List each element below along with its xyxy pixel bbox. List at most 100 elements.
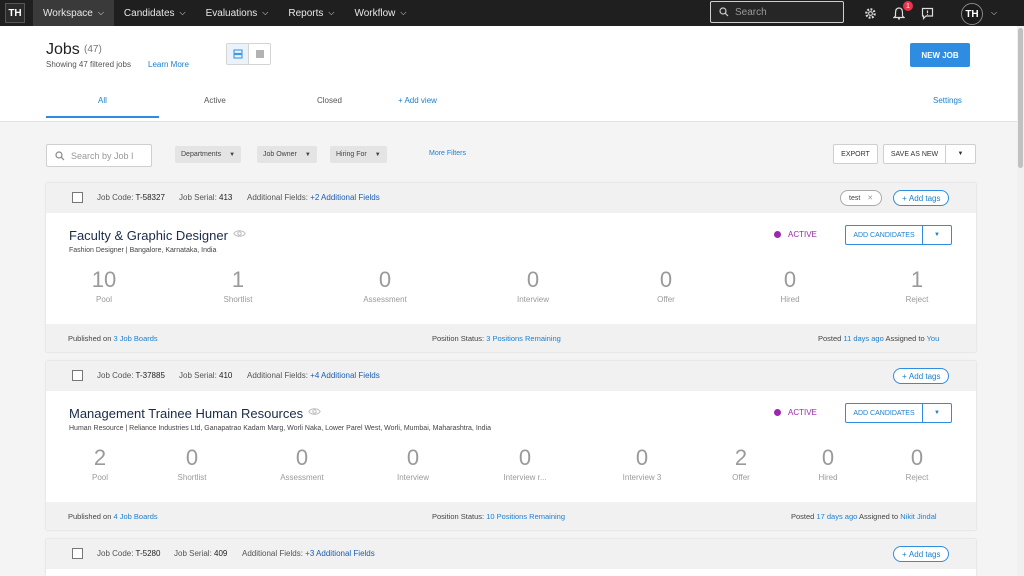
add-candidates-button[interactable]: ADD CANDIDATES ▼ <box>845 225 952 245</box>
nav-workflow[interactable]: Workflow ⌵ <box>344 0 416 26</box>
pipeline-stat[interactable]: 10 Pool <box>92 268 116 305</box>
pipeline-stat[interactable]: 2 Pool <box>92 446 108 483</box>
add-view-button[interactable]: + Add view <box>398 96 437 105</box>
status-label: ACTIVE <box>788 408 817 417</box>
add-candidates-label[interactable]: ADD CANDIDATES <box>846 404 923 422</box>
global-search-input[interactable] <box>735 6 835 18</box>
positions-link[interactable]: 3 Positions Remaining <box>486 334 561 343</box>
nav-candidates[interactable]: Candidates ⌵ <box>114 0 196 26</box>
assignee-link[interactable]: Nikit Jindal <box>900 512 936 521</box>
bell-icon[interactable]: 1 <box>891 1 913 21</box>
more-filters-link[interactable]: More Filters <box>429 150 466 157</box>
pipeline-stat[interactable]: 0 Assessment <box>363 267 407 305</box>
chevron-down-icon: ⌵ <box>400 8 407 17</box>
stat-value: 1 <box>231 267 245 292</box>
departments-filter[interactable]: Departments ▼ <box>175 146 242 163</box>
pipeline-stat[interactable]: 2 Offer <box>732 446 750 483</box>
additional-fields-link[interactable]: +3 Additional Fields <box>305 549 375 558</box>
chat-icon[interactable] <box>919 5 935 21</box>
stat-label: Offer <box>732 473 750 482</box>
hiring-for-filter[interactable]: Hiring For ▼ <box>330 146 387 163</box>
pipeline-stat[interactable]: 0 Shortlist <box>178 446 207 483</box>
app-logo[interactable]: TH <box>5 3 25 23</box>
nav-workspace[interactable]: Workspace ⌵ <box>33 0 114 26</box>
additional-fields-link[interactable]: +4 Additional Fields <box>310 371 380 380</box>
eye-icon[interactable] <box>308 407 321 416</box>
caret-down-icon[interactable]: ▼ <box>923 404 951 422</box>
add-tags-button[interactable]: + Add tags <box>893 368 950 384</box>
assignee-link[interactable]: You <box>927 334 940 343</box>
job-subtitle: Fashion Designer | Bangalore, Karnataka,… <box>69 247 217 254</box>
pipeline-stat[interactable]: 1 Shortlist <box>224 267 253 305</box>
stat-value: 0 <box>659 267 673 292</box>
add-tags-button[interactable]: + Add tags <box>893 190 950 206</box>
nav-evaluations[interactable]: Evaluations ⌵ <box>196 0 279 26</box>
caret-down-icon[interactable]: ▼ <box>923 226 951 244</box>
job-select-checkbox[interactable] <box>72 548 83 559</box>
pipeline-stat[interactable]: 0 Hired <box>780 268 799 305</box>
position-status-label: Position Status: <box>432 512 485 521</box>
add-candidates-label[interactable]: ADD CANDIDATES <box>846 226 923 244</box>
stat-label: Interview r... <box>503 473 547 482</box>
job-serial-value: 410 <box>219 371 233 380</box>
plus-icon: + <box>902 193 907 203</box>
pipeline-stat[interactable]: 0 Hired <box>818 446 838 483</box>
list-view-button[interactable] <box>249 44 270 64</box>
settings-link[interactable]: Settings <box>933 96 962 105</box>
gear-icon[interactable] <box>862 5 878 21</box>
add-tags-button[interactable]: + Add tags <box>893 546 950 562</box>
job-boards-link[interactable]: 3 Job Boards <box>113 334 157 343</box>
scrollbar-thumb[interactable] <box>1018 28 1023 168</box>
status-label: ACTIVE <box>788 230 817 239</box>
job-title[interactable]: Faculty & Graphic Designer <box>69 228 228 243</box>
tag-label: test <box>849 194 861 202</box>
assigned-label: Assigned to <box>859 512 899 521</box>
close-icon[interactable]: ✕ <box>867 194 873 202</box>
pipeline-stat[interactable]: 0 Interview <box>397 446 429 483</box>
job-select-checkbox[interactable] <box>72 370 83 381</box>
published-label: Published on <box>68 512 112 521</box>
chevron-down-icon[interactable]: ⌵ <box>991 8 997 18</box>
job-search[interactable] <box>46 144 152 167</box>
pipeline-stat[interactable]: 0 Assessment <box>280 446 324 483</box>
new-job-button[interactable]: NEW JOB <box>910 43 970 67</box>
status-badge: ACTIVE <box>774 230 817 239</box>
pipeline-stat[interactable]: 0 Offer <box>657 267 675 305</box>
job-boards-link[interactable]: 4 Job Boards <box>113 512 157 521</box>
job-card: Job Code: T-58327 Job Serial: 413 Additi… <box>46 183 976 352</box>
tab-active[interactable]: Active <box>204 96 226 105</box>
job-serial-value: 413 <box>219 193 233 202</box>
job-select-checkbox[interactable] <box>72 192 83 203</box>
pipeline-stat[interactable]: 0 Interview r... <box>503 445 547 483</box>
job-serial: Job Serial: 413 <box>179 193 232 202</box>
tab-all[interactable]: All <box>98 96 107 105</box>
save-as-new-button[interactable]: SAVE AS NEW <box>883 144 946 164</box>
pipeline-stat[interactable]: 0 Interview <box>517 268 549 305</box>
stat-label: Hired <box>818 473 838 482</box>
card-view-button[interactable] <box>227 44 249 64</box>
additional-fields-link[interactable]: +2 Additional Fields <box>310 193 380 202</box>
job-search-input[interactable] <box>71 150 145 161</box>
stat-value: 0 <box>518 445 532 470</box>
stat-value: 0 <box>378 267 392 292</box>
learn-more-link[interactable]: Learn More <box>148 60 189 69</box>
export-button[interactable]: EXPORT <box>833 144 878 164</box>
tab-closed[interactable]: Closed <box>317 96 342 105</box>
page-scrollbar[interactable] <box>1017 26 1024 576</box>
pipeline-stat[interactable]: 0 Reject <box>906 446 929 483</box>
nav-candidates-label: Candidates <box>123 7 175 19</box>
avatar[interactable]: TH <box>961 3 983 25</box>
global-search[interactable] <box>710 1 844 23</box>
stat-label: Assessment <box>280 473 324 482</box>
positions-link[interactable]: 10 Positions Remaining <box>486 512 565 521</box>
status-dot <box>774 231 781 238</box>
add-candidates-button[interactable]: ADD CANDIDATES ▼ <box>845 403 952 423</box>
nav-reports[interactable]: Reports ⌵ <box>278 0 344 26</box>
card-view-icon <box>233 49 242 59</box>
job-title[interactable]: Management Trainee Human Resources <box>69 406 303 421</box>
eye-icon[interactable] <box>233 229 246 238</box>
save-options-dropdown[interactable]: ▼ <box>945 144 976 164</box>
job-owner-filter[interactable]: Job Owner ▼ <box>257 146 317 163</box>
pipeline-stat[interactable]: 0 Interview 3 <box>623 446 662 483</box>
pipeline-stat[interactable]: 1 Reject <box>906 268 929 305</box>
